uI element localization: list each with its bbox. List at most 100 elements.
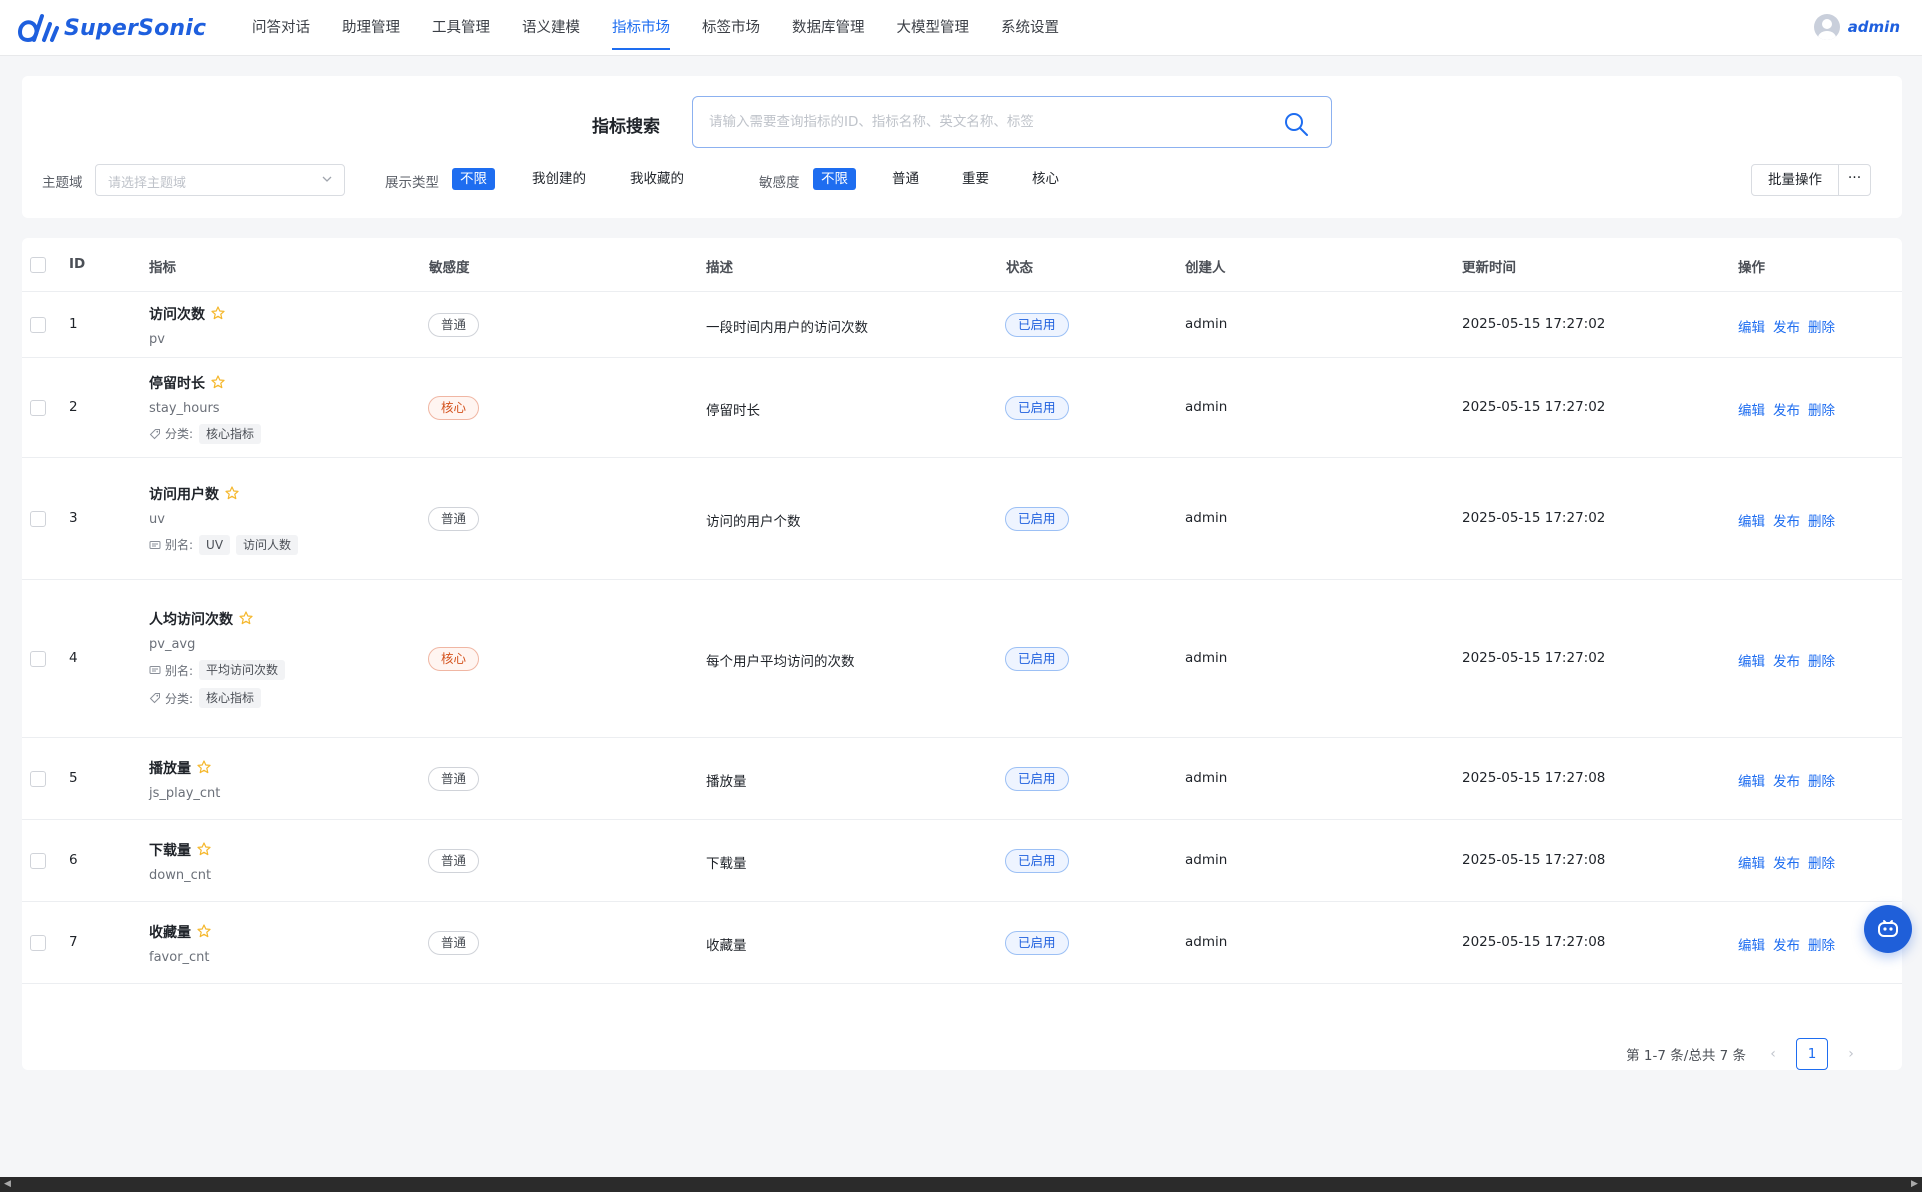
publish-link[interactable]: 发布 [1773, 938, 1800, 954]
nav-item-1[interactable]: 助理管理 [326, 0, 416, 56]
delete-link[interactable]: 删除 [1808, 514, 1835, 530]
more-button[interactable]: ··· [1838, 164, 1871, 196]
sensitivity-all[interactable]: 不限 [813, 168, 856, 190]
select-all-checkbox[interactable] [30, 257, 46, 273]
row-checkbox[interactable] [30, 771, 46, 787]
user-menu[interactable]: admin [1813, 14, 1900, 40]
nav-item-3[interactable]: 语义建模 [506, 0, 596, 56]
favorite-star-icon[interactable] [211, 306, 225, 320]
search-input[interactable] [709, 97, 1269, 147]
edit-link[interactable]: 编辑 [1738, 403, 1765, 419]
category-label: 分类: [165, 691, 194, 706]
status-badge: 已启用 [1005, 396, 1069, 420]
publish-link[interactable]: 发布 [1773, 774, 1800, 790]
scroll-right-icon[interactable]: ▶ [1907, 1177, 1922, 1192]
row-checkbox[interactable] [30, 935, 46, 951]
app-logo[interactable]: SuperSonic [16, 8, 206, 48]
edit-link[interactable]: 编辑 [1738, 774, 1765, 790]
favorite-star-icon[interactable] [197, 842, 211, 856]
metric-name[interactable]: 人均访问次数 [149, 612, 233, 628]
edit-link[interactable]: 编辑 [1738, 320, 1765, 336]
col-status: 状态 [1006, 260, 1033, 276]
metric-name[interactable]: 访问用户数 [149, 487, 219, 503]
sensitivity-normal[interactable]: 普通 [884, 168, 927, 190]
publish-link[interactable]: 发布 [1773, 514, 1800, 530]
nav-item-8[interactable]: 系统设置 [985, 0, 1075, 56]
status-badge: 已启用 [1005, 313, 1069, 337]
nav-item-6[interactable]: 数据库管理 [776, 0, 881, 56]
next-page-icon[interactable]: › [1840, 1046, 1862, 1062]
publish-link[interactable]: 发布 [1773, 403, 1800, 419]
delete-link[interactable]: 删除 [1808, 654, 1835, 670]
row-checkbox[interactable] [30, 400, 46, 416]
favorite-star-icon[interactable] [197, 924, 211, 938]
favorite-star-icon[interactable] [239, 611, 253, 625]
delete-link[interactable]: 删除 [1808, 403, 1835, 419]
delete-link[interactable]: 删除 [1808, 774, 1835, 790]
metric-info: 停留时长 stay_hours 分类: 核心指标 [149, 373, 262, 444]
delete-link[interactable]: 删除 [1808, 856, 1835, 872]
delete-link[interactable]: 删除 [1808, 938, 1835, 954]
metric-id: 3 [69, 510, 78, 526]
category-tag: 核心指标 [199, 688, 262, 708]
robot-icon [1878, 920, 1898, 937]
metric-updated-time: 2025-05-15 17:27:02 [1462, 650, 1606, 666]
metric-name[interactable]: 播放量 [149, 761, 191, 777]
show-type-mine[interactable]: 我创建的 [524, 168, 594, 190]
metric-name[interactable]: 下载量 [149, 843, 191, 859]
batch-operation-button[interactable]: 批量操作 [1751, 164, 1839, 196]
nav-item-5[interactable]: 标签市场 [686, 0, 776, 56]
search-icon[interactable] [1283, 111, 1309, 137]
favorite-star-icon[interactable] [225, 485, 239, 500]
row-actions: 编辑 发布 删除 [1738, 399, 1843, 419]
prev-page-icon[interactable]: ‹ [1762, 1046, 1784, 1062]
page-number-current[interactable]: 1 [1796, 1038, 1828, 1070]
row-checkbox[interactable] [30, 853, 46, 869]
show-type-favorite[interactable]: 我收藏的 [622, 168, 692, 190]
row-actions: 编辑 发布 删除 [1738, 510, 1843, 530]
metric-info: 访问用户数 uv 别名: UV 访问人数 [149, 484, 299, 555]
assistant-float-button[interactable] [1864, 905, 1912, 953]
row-checkbox[interactable] [30, 317, 46, 333]
alias-label: 别名: [165, 538, 194, 552]
sensitivity-core[interactable]: 核心 [1024, 168, 1067, 190]
edit-link[interactable]: 编辑 [1738, 856, 1765, 872]
horizontal-scrollbar[interactable]: ◀ ▶ [0, 1177, 1922, 1192]
nav-item-0[interactable]: 问答对话 [236, 0, 326, 56]
favorite-star-icon[interactable] [197, 760, 211, 774]
edit-link[interactable]: 编辑 [1738, 654, 1765, 670]
metric-name[interactable]: 收藏量 [149, 925, 191, 941]
pagination-total: 第 1-7 条/总共 7 条 [1626, 1048, 1746, 1064]
scroll-left-icon[interactable]: ◀ [0, 1177, 15, 1192]
metric-info: 下载量 down_cnt [149, 840, 211, 883]
metric-description: 每个用户平均访问的次数 [706, 654, 855, 670]
delete-link[interactable]: 删除 [1808, 320, 1835, 336]
publish-link[interactable]: 发布 [1773, 654, 1800, 670]
favorite-star-icon[interactable] [211, 374, 225, 389]
table-row: 7 收藏量 favor_cnt 普通 收藏量 已启用 admin 2025-05-15 17:… [22, 902, 1902, 984]
sensitivity-badge: 普通 [428, 507, 480, 531]
nav-item-2[interactable]: 工具管理 [416, 0, 506, 56]
metric-name[interactable]: 访问次数 [149, 307, 205, 323]
publish-link[interactable]: 发布 [1773, 320, 1800, 336]
domain-select[interactable]: 请选择主题域 [95, 164, 345, 196]
row-checkbox[interactable] [30, 651, 46, 667]
edit-link[interactable]: 编辑 [1738, 938, 1765, 954]
metric-biz-name: js_play_cnt [149, 786, 221, 801]
metric-updated-time: 2025-05-15 17:27:02 [1462, 316, 1606, 332]
pagination: 第 1-7 条/总共 7 条 ‹ 1 › [1626, 1038, 1862, 1070]
edit-link[interactable]: 编辑 [1738, 514, 1765, 530]
show-type-all[interactable]: 不限 [452, 168, 495, 190]
status-badge: 已启用 [1005, 849, 1069, 873]
publish-link[interactable]: 发布 [1773, 856, 1800, 872]
row-checkbox[interactable] [30, 511, 46, 527]
sensitivity-important[interactable]: 重要 [954, 168, 997, 190]
user-name: admin [1847, 18, 1900, 36]
alias-tag: 平均访问次数 [199, 660, 286, 680]
nav-item-7[interactable]: 大模型管理 [881, 0, 986, 56]
metric-id: 6 [69, 852, 78, 868]
metric-description: 收藏量 [706, 938, 747, 954]
metric-biz-name: uv [149, 511, 165, 527]
metric-name[interactable]: 停留时长 [149, 376, 205, 392]
nav-item-4[interactable]: 指标市场 [596, 0, 686, 56]
